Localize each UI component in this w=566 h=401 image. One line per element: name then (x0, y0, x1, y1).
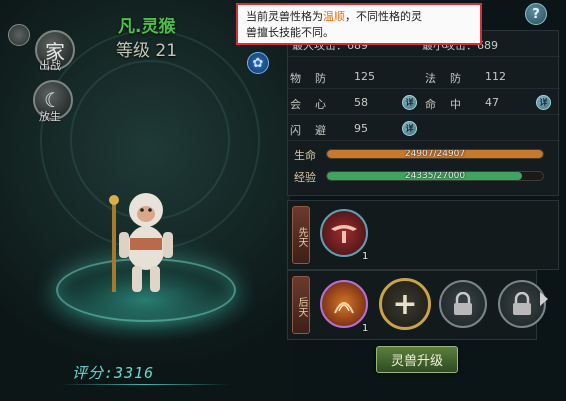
score-value: 3316 (114, 364, 155, 382)
hp-text: 24907/24907 (404, 149, 466, 159)
stats-panel: 最大攻击：689 最小攻击：689 物 防 125 法 防 112 会 心 58… (287, 30, 560, 196)
acquired-skill-slot[interactable] (320, 280, 368, 328)
lock-icon (513, 292, 531, 315)
physical-defense-value: 125 (354, 70, 375, 83)
pet-upgrade-button[interactable]: 灵兽升级 (376, 346, 458, 373)
pet-level: 等级 21 (116, 36, 177, 61)
acquired-skills-section: 后天 1 + (287, 270, 546, 340)
hit-detail-button[interactable]: 详 (536, 95, 551, 110)
tooltip-personality: 温顺 (323, 10, 345, 23)
release-label: 放生 (39, 110, 61, 123)
pet-display-panel: 家 出战 ☾ 放生 凡.灵猴 等级 21 ✿ 评分:3316 (0, 0, 290, 401)
exp-label: 经验 (294, 171, 316, 184)
crit-label: 会 心 (290, 98, 326, 111)
score-display: 评分:3316 (72, 364, 155, 382)
exp-text: 24335/27000 (404, 171, 466, 181)
tooltip-suffix: ，不同性格的灵 (345, 10, 422, 23)
locked-skill-slot[interactable] (498, 280, 546, 328)
plus-icon: + (392, 286, 418, 322)
innate-skill-icon (331, 225, 357, 243)
personality-paw-icon[interactable]: ✿ (247, 52, 269, 74)
score-underline (60, 384, 230, 385)
stat-row-defense: 物 防 125 法 防 112 (288, 63, 560, 89)
hp-bar: 24907/24907 (326, 149, 544, 159)
stat-row-dodge: 闪 避 95 详 (288, 115, 560, 141)
dodge-detail-button[interactable]: 详 (402, 121, 417, 136)
magic-defense-label: 法 防 (425, 72, 461, 85)
innate-skills-section: 先天 1 (287, 200, 559, 270)
hit-label: 命 中 (425, 98, 461, 111)
level-label: 等级 (116, 41, 150, 61)
innate-skill-slot[interactable] (320, 209, 368, 257)
fire-skill-icon (334, 302, 354, 314)
tooltip-line-2: 兽擅长技能不同。 (246, 26, 334, 39)
innate-tag: 先天 (292, 206, 310, 264)
add-skill-button[interactable]: + (379, 278, 431, 330)
side-tag (8, 24, 30, 46)
pet-monkey-model (109, 193, 173, 292)
dodge-label: 闪 避 (290, 124, 326, 137)
deploy-label: 出战 (39, 59, 61, 72)
innate-skill-count: 1 (362, 251, 369, 262)
tooltip-line-1: 当前灵兽性格为温顺，不同性格的灵 (246, 9, 472, 25)
hit-value: 47 (485, 96, 499, 109)
dodge-value: 95 (354, 122, 368, 135)
help-button[interactable]: ? (525, 3, 547, 25)
scroll-right-arrow-icon[interactable] (540, 292, 548, 306)
acquired-tag: 后天 (292, 276, 310, 334)
score-label: 评分 (72, 364, 105, 382)
lock-icon (454, 292, 472, 315)
personality-tooltip: 当前灵兽性格为温顺，不同性格的灵 兽擅长技能不同。 (236, 3, 482, 45)
physical-defense-label: 物 防 (290, 72, 326, 85)
hp-label: 生命 (294, 149, 316, 162)
level-value: 21 (155, 41, 178, 61)
acquired-skill-count: 1 (362, 323, 369, 334)
locked-skill-slot[interactable] (439, 280, 487, 328)
crit-value: 58 (354, 96, 368, 109)
magic-defense-value: 112 (485, 70, 506, 83)
pet-name: 凡.灵猴 (118, 17, 176, 37)
crit-detail-button[interactable]: 详 (402, 95, 417, 110)
stat-row-crit: 会 心 58 详 命 中 47 详 (288, 89, 560, 115)
tooltip-prefix: 当前灵兽性格为 (246, 10, 323, 23)
exp-bar: 24335/27000 (326, 171, 544, 181)
